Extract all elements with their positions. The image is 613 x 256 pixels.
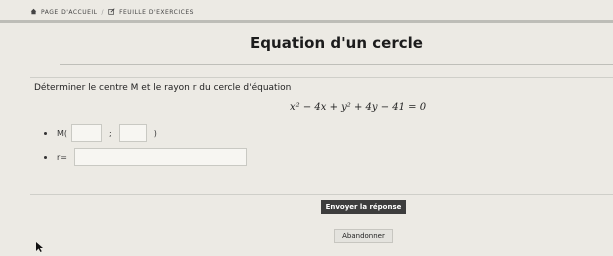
page-title: Equation d'un cercle [250,34,423,52]
center-close-paren: ) [153,128,157,138]
breadcrumb-separator: / [101,8,105,16]
radius-answer-row: r= [44,148,247,166]
exercise-panel: Déterminer le centre M et le rayon r du … [30,77,613,195]
breadcrumb: PAGE D'ACCUEIL / FEUILLE D'EXERCICES [30,6,194,18]
instruction-text: Déterminer le centre M et le rayon r du … [34,83,292,93]
radius-input[interactable] [74,148,247,166]
center-x-input[interactable] [71,124,103,142]
bullet-icon [44,131,47,135]
center-answer-row: M( ; ) [44,124,157,142]
radius-label: r= [57,152,67,162]
breadcrumb-exercises-link[interactable]: FEUILLE D'EXERCICES [119,9,194,16]
home-icon[interactable] [30,8,37,17]
breadcrumb-home-link[interactable]: PAGE D'ACCUEIL [41,9,98,16]
header-divider [0,20,613,23]
submit-button[interactable]: Envoyer la réponse [321,200,406,214]
center-label: M( [57,128,68,138]
center-separator: ; [109,128,112,138]
cancel-button[interactable]: Abandonner [334,229,393,243]
title-band: Equation d'un cercle [60,24,613,65]
bullet-icon [44,155,47,159]
edit-icon [108,7,115,17]
circle-equation: x² − 4x + y² + 4y − 41 = 0 [290,102,427,113]
mouse-cursor-icon [36,237,44,256]
center-y-input[interactable] [118,124,147,142]
